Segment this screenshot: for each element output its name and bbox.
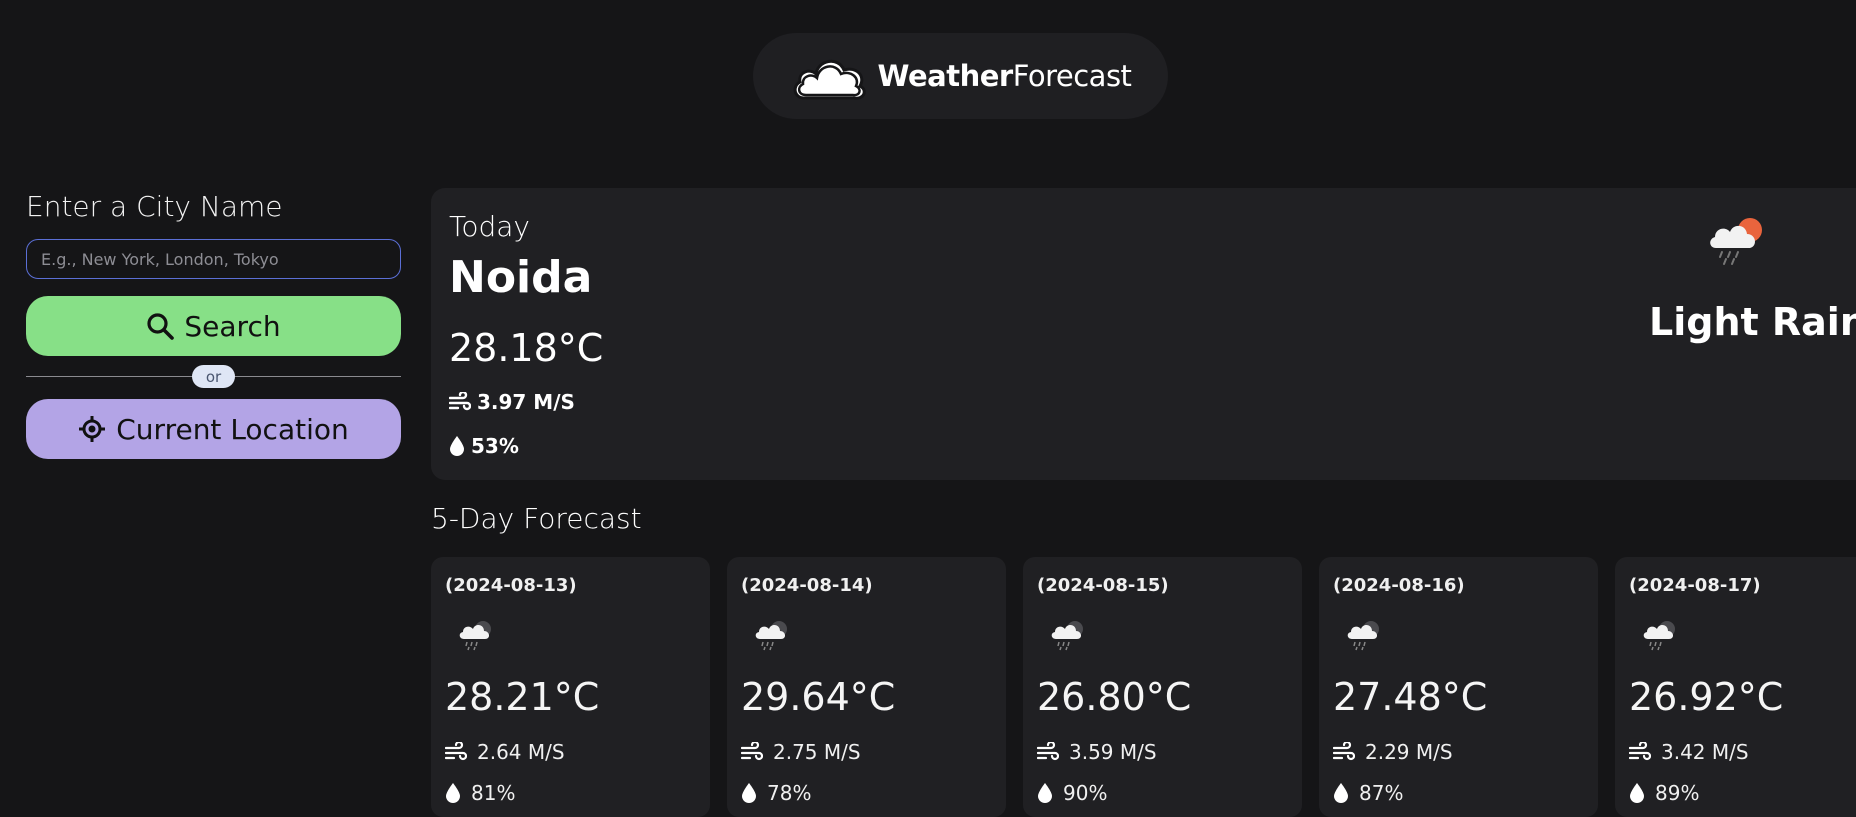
- forecast-temperature: 28.21°C: [445, 675, 600, 719]
- forecast-date: (2024-08-17): [1629, 575, 1761, 596]
- app-title-light: Forecast: [1012, 59, 1132, 93]
- today-weather-card: Today Noida 28.18°C 3.97 M/S 53% Light R…: [431, 188, 1856, 480]
- forecast-humidity-value: 89%: [1655, 781, 1700, 805]
- forecast-wind-value: 2.75 M/S: [773, 740, 861, 764]
- forecast-humidity: 87%: [1333, 781, 1403, 805]
- wind-icon: [1333, 742, 1355, 761]
- forecast-temperature: 26.92°C: [1629, 675, 1784, 719]
- forecast-wind-value: 2.29 M/S: [1365, 740, 1453, 764]
- forecast-card: (2024-08-15) 26.80°C 3.59 M/S 90%: [1023, 557, 1302, 817]
- forecast-card: (2024-08-16) 27.48°C 2.29 M/S 87%: [1319, 557, 1598, 817]
- droplet-icon: [450, 436, 464, 456]
- search-button[interactable]: Search: [26, 296, 401, 356]
- forecast-temperature: 29.64°C: [741, 675, 896, 719]
- app-title: WeatherForecast: [878, 59, 1132, 93]
- current-location-button[interactable]: Current Location: [26, 399, 401, 459]
- droplet-icon: [742, 783, 756, 803]
- droplet-icon: [1038, 783, 1052, 803]
- droplet-icon: [1630, 783, 1644, 803]
- forecast-humidity-value: 78%: [767, 781, 812, 805]
- forecast-date: (2024-08-13): [445, 575, 577, 596]
- today-label: Today: [449, 210, 530, 243]
- wind-icon: [1037, 742, 1059, 761]
- forecast-date: (2024-08-16): [1333, 575, 1465, 596]
- today-wind-value: 3.97 M/S: [477, 390, 575, 414]
- forecast-card: (2024-08-13) 28.21°C 2.64 M/S 81%: [431, 557, 710, 817]
- app-brand: WeatherForecast: [753, 33, 1168, 119]
- forecast-temperature: 26.80°C: [1037, 675, 1192, 719]
- search-icon: [147, 313, 175, 340]
- forecast-title: 5-Day Forecast: [431, 502, 642, 535]
- rain-cloud-icon: [1643, 621, 1675, 651]
- cloud-icon: [793, 59, 866, 100]
- rain-cloud-icon: [459, 621, 491, 651]
- forecast-wind: 3.59 M/S: [1037, 740, 1157, 764]
- forecast-date: (2024-08-14): [741, 575, 873, 596]
- city-input-label: Enter a City Name: [26, 190, 283, 223]
- city-search-input[interactable]: [26, 239, 401, 279]
- forecast-humidity: 90%: [1037, 781, 1107, 805]
- or-separator: or: [192, 365, 235, 388]
- forecast-humidity: 89%: [1629, 781, 1699, 805]
- forecast-humidity-value: 81%: [471, 781, 516, 805]
- today-wind: 3.97 M/S: [449, 390, 575, 414]
- forecast-wind-value: 3.42 M/S: [1661, 740, 1749, 764]
- app-title-bold: Weather: [877, 59, 1014, 93]
- forecast-card: (2024-08-17) 26.92°C 3.42 M/S 89%: [1615, 557, 1856, 817]
- forecast-wind: 2.64 M/S: [445, 740, 565, 764]
- weather-description: Light Rain: [1649, 300, 1856, 344]
- forecast-humidity-value: 87%: [1359, 781, 1404, 805]
- light-rain-icon: [1710, 218, 1762, 265]
- forecast-wind: 2.75 M/S: [741, 740, 861, 764]
- forecast-wind-value: 3.59 M/S: [1069, 740, 1157, 764]
- wind-icon: [445, 742, 467, 761]
- forecast-temperature: 27.48°C: [1333, 675, 1488, 719]
- today-humidity: 53%: [449, 434, 519, 458]
- wind-icon: [449, 392, 471, 411]
- rain-cloud-icon: [1051, 621, 1083, 651]
- forecast-wind: 3.42 M/S: [1629, 740, 1749, 764]
- crosshair-icon: [79, 416, 106, 442]
- droplet-icon: [1334, 783, 1348, 803]
- forecast-wind: 2.29 M/S: [1333, 740, 1453, 764]
- forecast-humidity-value: 90%: [1063, 781, 1108, 805]
- current-location-label: Current Location: [116, 412, 349, 446]
- rain-cloud-icon: [1347, 621, 1379, 651]
- today-humidity-value: 53%: [471, 434, 519, 458]
- forecast-card: (2024-08-14) 29.64°C 2.75 M/S 78%: [727, 557, 1006, 817]
- city-name: Noida: [449, 252, 593, 303]
- wind-icon: [741, 742, 763, 761]
- droplet-icon: [446, 783, 460, 803]
- wind-icon: [1629, 742, 1651, 761]
- forecast-date: (2024-08-15): [1037, 575, 1169, 596]
- search-button-label: Search: [184, 309, 281, 343]
- forecast-humidity: 81%: [445, 781, 515, 805]
- forecast-wind-value: 2.64 M/S: [477, 740, 565, 764]
- forecast-humidity: 78%: [741, 781, 811, 805]
- rain-cloud-icon: [755, 621, 787, 651]
- today-temperature: 28.18°C: [449, 326, 604, 370]
